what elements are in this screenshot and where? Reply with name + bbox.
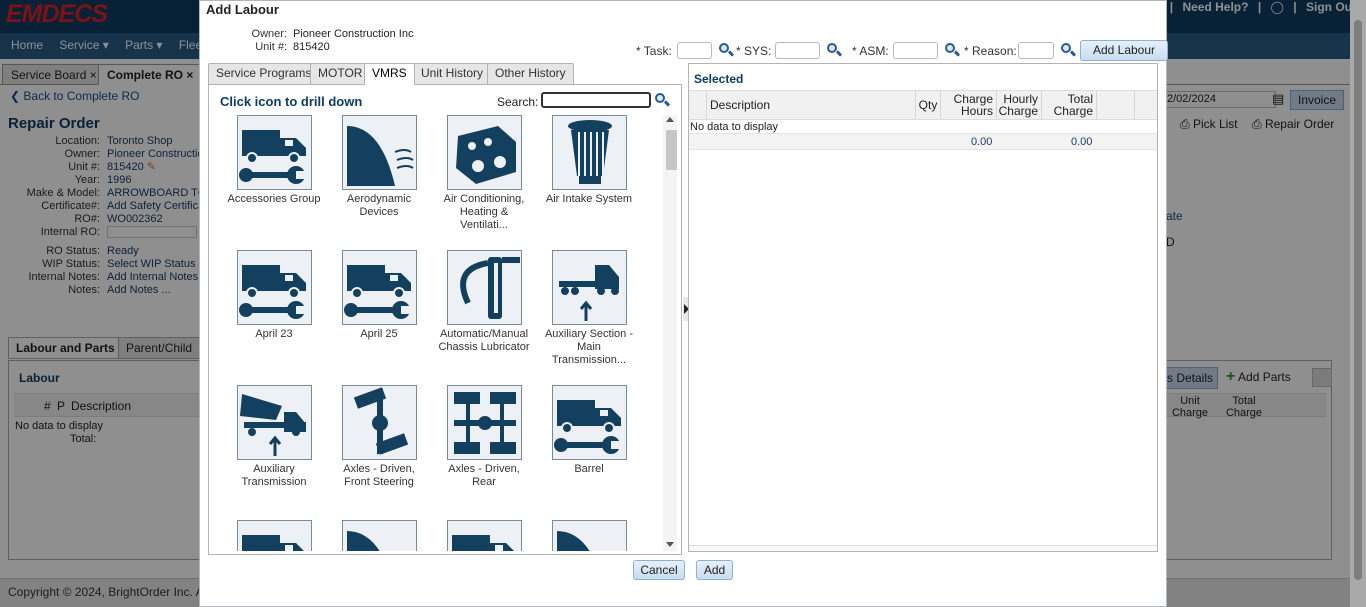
selected-footer [689,545,1157,551]
vmrs-item-label: Auxiliary Transmission [241,463,307,488]
reason-label: * Reason: [964,44,1017,58]
search-label: Search: [497,95,539,109]
col-hourly-charge: Hourly Charge [996,91,1041,119]
task-label: * Task: [636,44,672,58]
add-button[interactable]: Add [696,560,733,580]
total-hours: 0.00 [971,136,993,148]
vmrs-item[interactable]: April 25 [330,250,428,341]
vmrs-heading: Click icon to drill down [220,94,363,109]
engine-block-icon[interactable] [446,115,522,190]
vmrs-item[interactable]: Auxiliary Section - Main Transmission... [540,250,638,367]
tab-motor[interactable]: MOTOR [310,63,371,84]
vmrs-item[interactable]: Air Conditioning, Heating & Ventilati... [435,115,533,232]
vmrs-item-label: Axles - Driven, Rear [448,463,520,488]
vmrs-panel: Click icon to drill down Search: Accesso… [208,84,682,555]
col-actions [1096,91,1134,119]
tab-service-programs[interactable]: Service Programs [208,63,320,84]
vmrs-item-label: Barrel [574,463,604,475]
vmrs-item-label: Axles - Driven, Front Steering [343,463,415,488]
asm-label: * ASM: [852,44,889,58]
vmrs-item[interactable]: Air Intake System [540,115,638,206]
search-icon[interactable] [826,42,843,58]
tab-other-history[interactable]: Other History [487,63,574,84]
steering-axle-icon[interactable] [341,385,417,460]
cancel-button[interactable]: Cancel [633,560,685,580]
vmrs-search-input[interactable] [541,92,651,108]
col-qty: Qty [915,91,940,119]
total-charge: 0.00 [1071,136,1093,148]
vmrs-item[interactable]: Barrel [540,385,638,476]
col-total-charge: Total Charge [1041,91,1096,119]
search-icon[interactable] [1060,42,1077,58]
dialog-unit-info: Owner: Pioneer Construction Inc Unit #: 81… [251,28,414,53]
reason-input[interactable] [1018,42,1054,59]
vmrs-item[interactable] [330,520,428,551]
owner-value: Pioneer Construction Inc [293,28,414,40]
vmrs-item[interactable]: Axles - Driven, Front Steering [330,385,428,489]
selected-table-header: Description Qty Charge Hours Hourly Char… [689,90,1157,120]
vmrs-item[interactable]: Aerodynamic Devices [330,115,428,219]
selected-total-row: 0.00 0.00 [689,133,1157,150]
tab-unit-history[interactable]: Unit History [413,63,492,84]
vmrs-item-label: Air Intake System [545,193,633,205]
semi-truck-arrow-icon[interactable] [551,250,627,325]
vmrs-item[interactable]: Automatic/Manual Chassis Lubricator [435,250,533,354]
truck-wrench-icon[interactable] [236,115,312,190]
vmrs-item[interactable] [435,520,533,551]
dialog-title: Add Labour [206,2,279,17]
vmrs-item-label: Aerodynamic Devices [346,193,412,218]
vmrs-item-label: Air Conditioning, Heating & Ventilati... [443,193,525,231]
search-icon[interactable] [718,42,735,58]
aerodynamic-icon[interactable] [551,520,627,551]
col-charge-hours: Charge Hours [940,91,996,119]
window-scrollbar[interactable] [1350,0,1366,607]
search-icon[interactable] [654,92,671,108]
truck-wrench-icon[interactable] [341,250,417,325]
aerodynamic-icon[interactable] [341,115,417,190]
col-description: Description [706,91,915,119]
selected-panel: Selected Description Qty Charge Hours Ho… [688,63,1158,552]
add-labour-dialog: Add Labour Owner: Pioneer Construction In… [199,0,1168,607]
truck-wrench-icon[interactable] [236,520,312,551]
add-labour-button[interactable]: Add Labour [1080,40,1168,61]
sys-input[interactable] [775,42,820,59]
truck-wrench-icon[interactable] [446,520,522,551]
grease-gun-icon[interactable] [446,250,522,325]
vmrs-item-label: April 23 [255,328,293,340]
vmrs-scrollbar[interactable] [663,115,677,551]
vmrs-item[interactable]: Axles - Driven, Rear [435,385,533,489]
aerodynamic-icon[interactable] [341,520,417,551]
asm-input[interactable] [893,42,938,59]
tab-vmrs[interactable]: VMRS [364,63,415,85]
vmrs-item[interactable]: Auxiliary Transmission [225,385,323,489]
vmrs-item-label: Accessories Group [227,193,321,205]
vmrs-item-label: Auxiliary Section - Main Transmission... [544,328,634,366]
vmrs-item-label: Automatic/Manual Chassis Lubricator [438,328,530,353]
sys-label: * SYS: [736,44,772,58]
vmrs-item[interactable]: Accessories Group [225,115,323,206]
task-input[interactable] [677,42,712,59]
vmrs-item[interactable] [225,520,323,551]
search-icon[interactable] [944,42,961,58]
rear-axle-icon[interactable] [446,385,522,460]
truck-wrench-icon[interactable] [551,385,627,460]
vmrs-item[interactable]: April 23 [225,250,323,341]
vmrs-icon-grid: Accessories Group Aerodynamic Devices Air … [213,115,661,551]
vmrs-item-label: April 25 [360,328,398,340]
unit-value: 815420 [293,41,330,53]
vmrs-item[interactable] [540,520,638,551]
selected-title: Selected [694,72,744,86]
col-remove [1134,91,1156,119]
dump-truck-arrow-icon[interactable] [236,385,312,460]
air-filter-icon[interactable] [551,115,627,190]
truck-wrench-icon[interactable] [236,250,312,325]
